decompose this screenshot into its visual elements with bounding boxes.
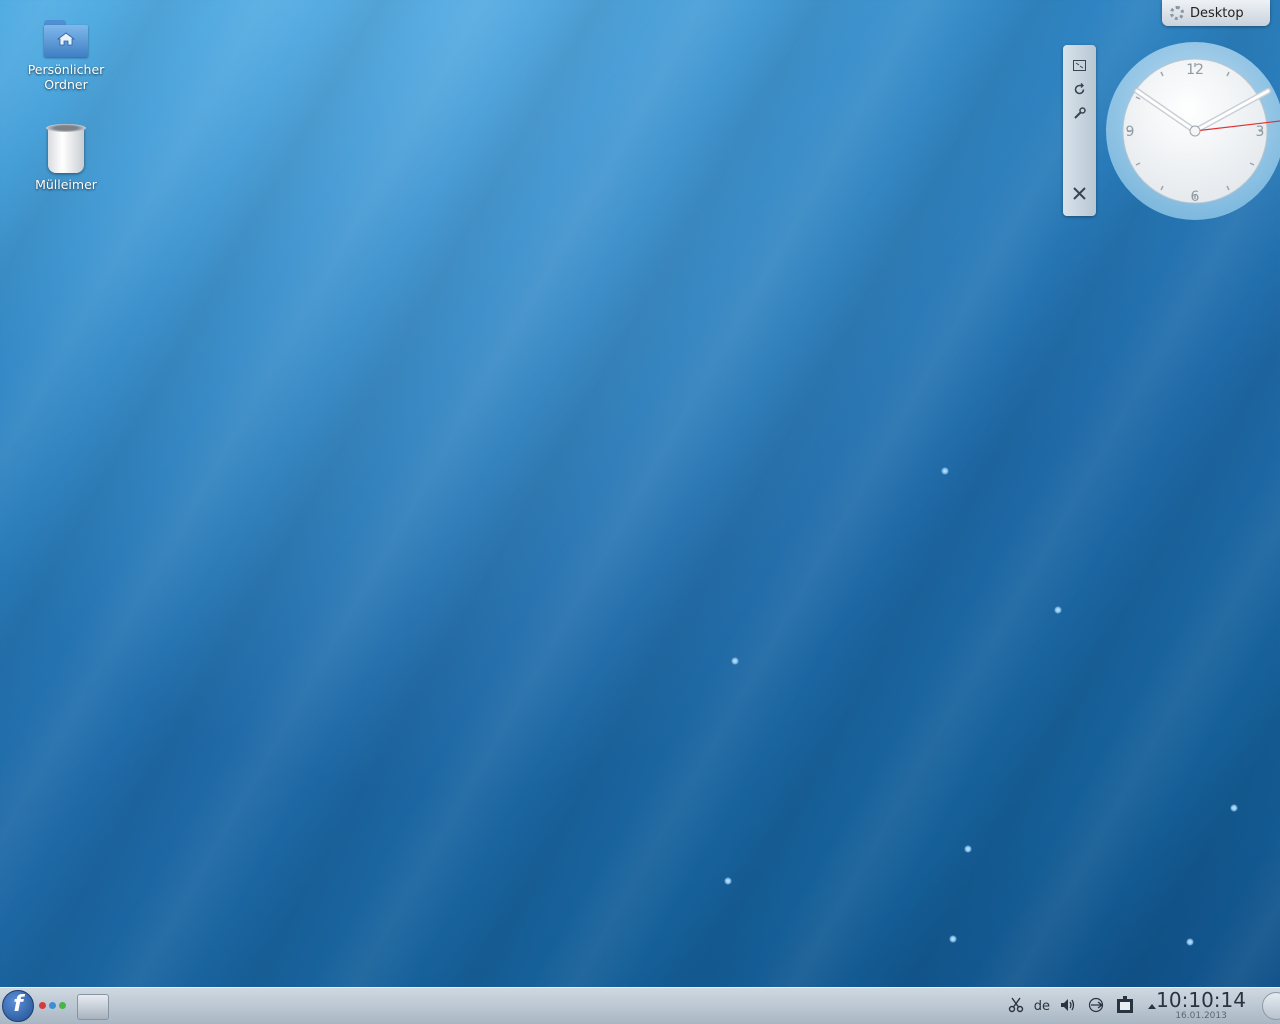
volume-icon[interactable]: [1060, 997, 1078, 1017]
activity-dot: [49, 1002, 56, 1009]
wallpaper-sparkle: [1054, 606, 1062, 614]
clock-numeral-3: 3: [1256, 124, 1265, 140]
panel-toolbox-button[interactable]: [1262, 992, 1280, 1020]
desktop-toolbox-label: Desktop: [1190, 5, 1244, 21]
clipboard-scissors-icon[interactable]: [1008, 997, 1024, 1017]
resize-icon[interactable]: [1071, 57, 1088, 74]
clock-time: 10:10:14: [1156, 988, 1246, 1012]
wallpaper-sparkle: [724, 877, 732, 885]
desktop-icon-label: Persönlicher Ordner: [27, 62, 105, 92]
desktop-toolbox-button[interactable]: Desktop: [1162, 0, 1270, 26]
network-icon[interactable]: [1116, 995, 1134, 1018]
analog-clock-widget[interactable]: 12 9 3 6: [1104, 41, 1280, 221]
home-folder-icon: [42, 20, 90, 58]
desktop-pager[interactable]: [77, 994, 109, 1020]
wallpaper-sparkle: [1230, 804, 1238, 812]
clock-numeral-9: 9: [1126, 124, 1135, 140]
fedora-logo-icon: f: [13, 992, 23, 1017]
desktop-icon-trash[interactable]: Mülleimer: [18, 124, 114, 192]
usb-device-icon[interactable]: [1088, 997, 1106, 1017]
wallpaper-sparkle: [941, 467, 949, 475]
application-launcher-button[interactable]: f: [2, 990, 34, 1022]
desktop-icon-home-folder[interactable]: Persönlicher Ordner: [18, 20, 114, 92]
plasma-cashew-icon: [1170, 6, 1184, 20]
keyboard-layout-indicator[interactable]: de: [1034, 999, 1050, 1014]
settings-wrench-icon[interactable]: [1071, 105, 1088, 122]
clock-center-pin: [1189, 125, 1201, 137]
bottom-panel: f de 10:10:14 16.01.2013: [0, 987, 1280, 1024]
close-icon[interactable]: [1071, 185, 1088, 202]
widget-handle[interactable]: [1063, 45, 1096, 216]
clock-numeral-6: 6: [1191, 189, 1200, 205]
activity-manager-button[interactable]: [39, 1002, 66, 1009]
wallpaper-sparkle: [1186, 938, 1194, 946]
system-tray: de: [1008, 993, 1160, 1020]
activity-dot: [59, 1002, 66, 1009]
activity-dot: [39, 1002, 46, 1009]
clock-date: 16.01.2013: [1175, 1011, 1227, 1021]
rotate-icon[interactable]: [1071, 81, 1088, 98]
wallpaper-sparkle: [731, 657, 739, 665]
desktop-icon-label: Mülleimer: [35, 177, 97, 192]
clock-numeral-12: 12: [1186, 62, 1204, 78]
wallpaper-sparkle: [949, 935, 957, 943]
wallpaper-sparkle: [964, 845, 972, 853]
digital-clock[interactable]: 10:10:14 16.01.2013: [1156, 989, 1246, 1022]
trash-icon: [46, 124, 86, 173]
